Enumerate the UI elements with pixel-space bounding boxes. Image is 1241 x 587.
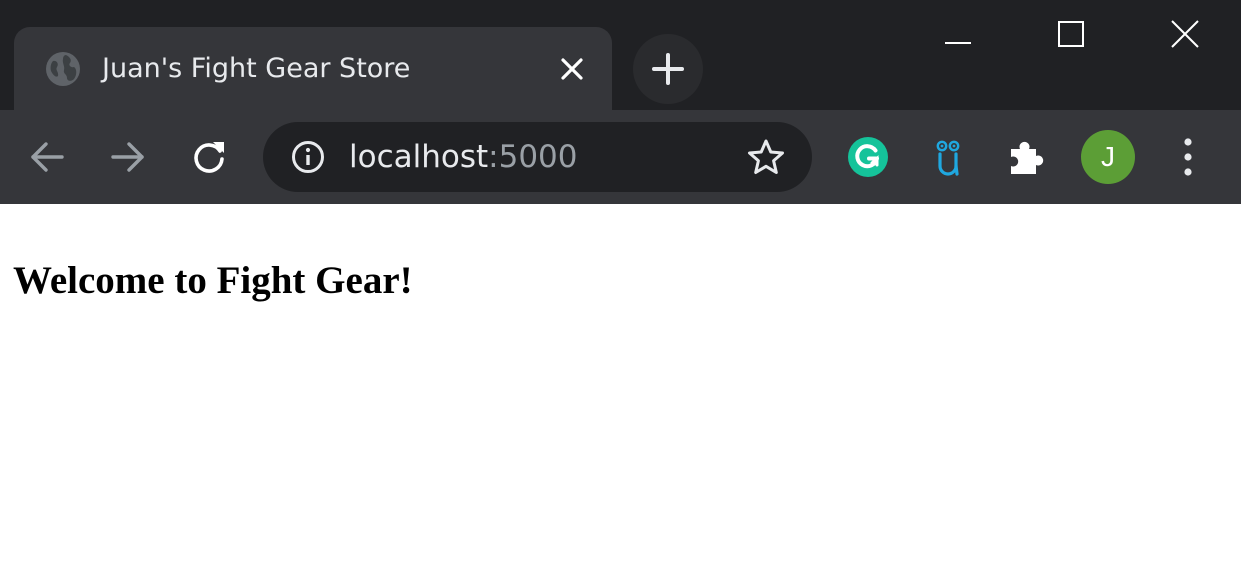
star-icon[interactable]	[747, 138, 785, 176]
close-icon[interactable]	[557, 54, 587, 84]
grammarly-extension-button[interactable]	[841, 130, 895, 184]
url-text[interactable]: localhost:5000	[349, 137, 578, 177]
browser-window: Juan's Fight Gear Store localhost:5000 J…	[0, 0, 1241, 587]
address-bar[interactable]: localhost:5000	[263, 122, 812, 192]
browser-menu-button[interactable]	[1170, 134, 1206, 180]
back-button[interactable]	[24, 134, 70, 180]
active-tab[interactable]: Juan's Fight Gear Store	[14, 27, 612, 110]
tab-strip: Juan's Fight Gear Store	[0, 0, 1241, 110]
profile-avatar[interactable]: J	[1081, 130, 1135, 184]
info-icon[interactable]	[290, 139, 326, 175]
extensions-button[interactable]	[1001, 130, 1055, 184]
url-host: localhost	[349, 139, 489, 175]
new-tab-button[interactable]	[633, 34, 703, 104]
forward-button[interactable]	[105, 134, 151, 180]
tab-title: Juan's Fight Gear Store	[102, 53, 411, 84]
minimize-button[interactable]	[930, 10, 986, 56]
page-content: Welcome to Fight Gear!	[0, 204, 1241, 587]
kebab-menu-icon	[1170, 138, 1206, 184]
page-title: Welcome to Fight Gear!	[13, 259, 413, 302]
window-close-button[interactable]	[1157, 10, 1213, 56]
reload-button[interactable]	[186, 134, 232, 180]
globe-icon	[45, 51, 81, 87]
browser-toolbar: localhost:5000 J	[0, 110, 1241, 204]
maximize-button[interactable]	[1043, 10, 1099, 56]
owl-extension-button[interactable]	[921, 130, 975, 184]
url-port: :5000	[488, 139, 578, 175]
